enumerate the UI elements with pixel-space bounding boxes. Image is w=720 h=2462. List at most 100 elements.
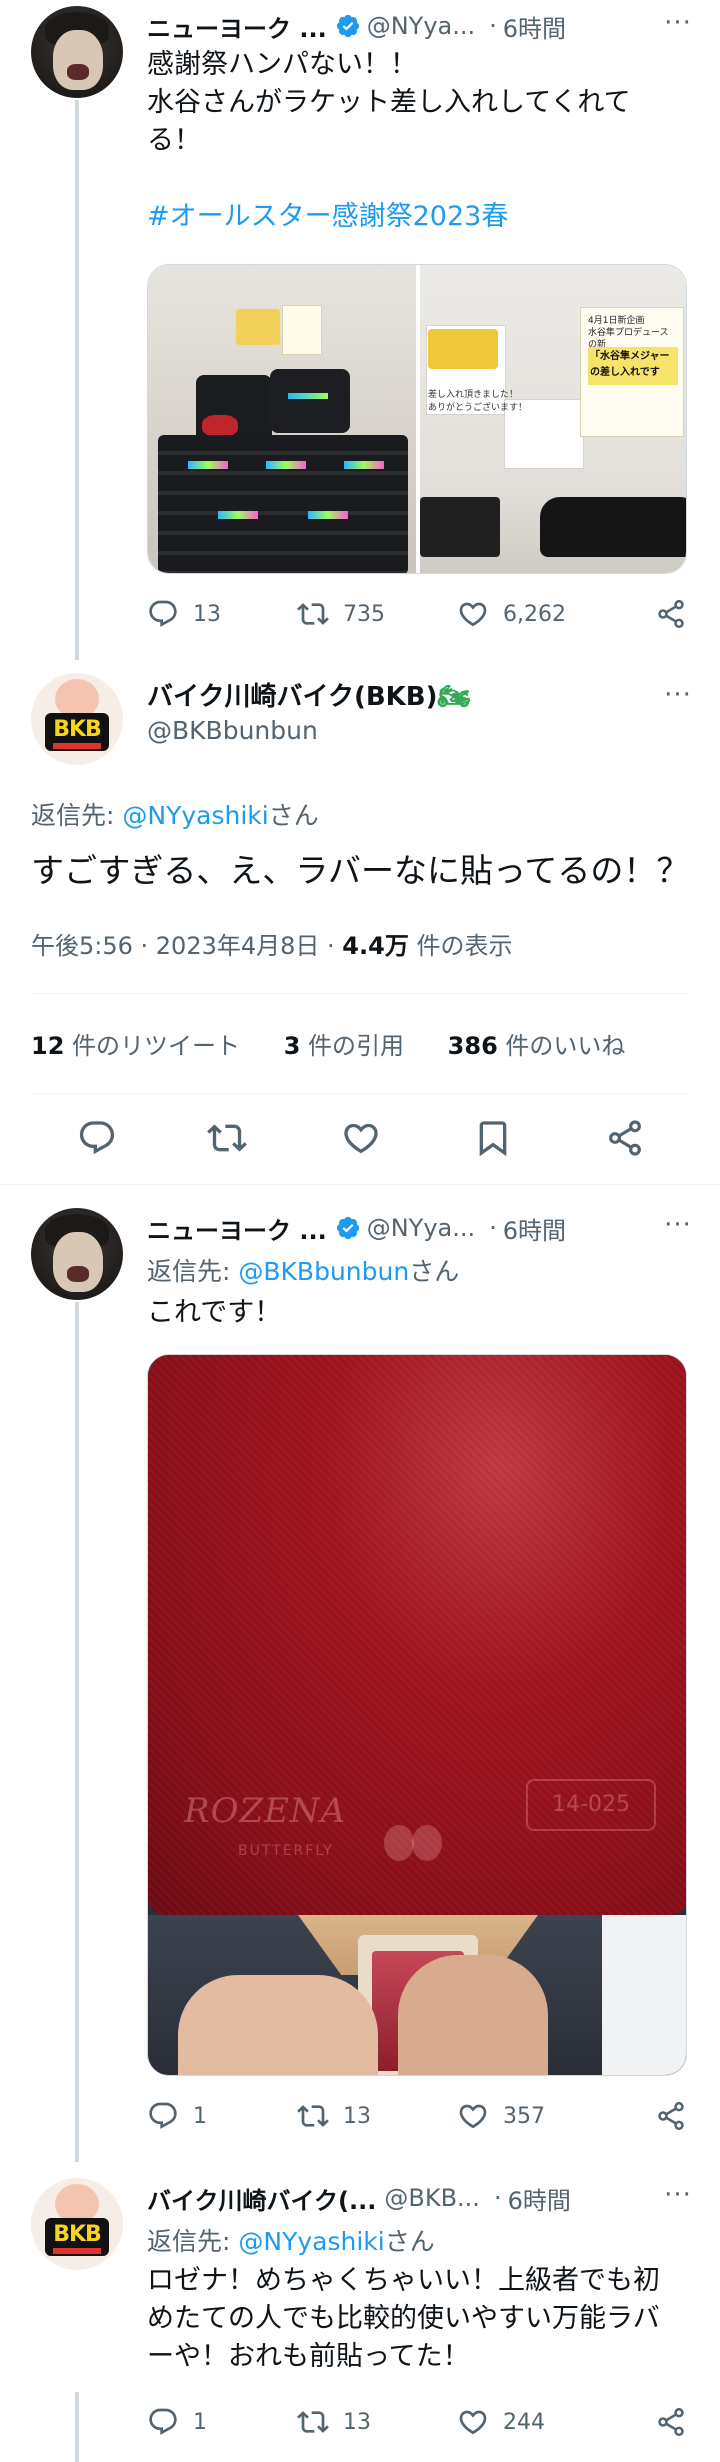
- tweet-image-grid[interactable]: 4月1日新企画 水谷隼プロデュースの新 「水谷隼メジャー の差し入れです 差し入…: [147, 264, 687, 574]
- share-button[interactable]: [655, 598, 687, 630]
- like-count: 357: [503, 2103, 545, 2129]
- retweet-button[interactable]: 735: [297, 598, 457, 630]
- rubber-code-stamp: 14-025: [526, 1779, 656, 1831]
- bookmark-icon[interactable]: [473, 1118, 513, 1158]
- view-count: 4.4万: [342, 932, 409, 960]
- engagement-stats: 12 件のリツイート 3 件の引用 386 件のいいね: [31, 1026, 625, 1061]
- avatar-nyyashiki[interactable]: [31, 6, 123, 98]
- reply-suffix: さん: [384, 2227, 435, 2256]
- verified-badge-icon: [335, 1215, 361, 1241]
- like-icon[interactable]: [341, 1118, 381, 1158]
- tweet-text-line: ーや！おれも前貼ってた！: [147, 2341, 470, 2372]
- tweet-image-signs[interactable]: 4月1日新企画 水谷隼プロデュースの新 「水谷隼メジャー の差し入れです 差し入…: [420, 265, 686, 573]
- reply-icon: [147, 598, 179, 630]
- more-options-icon[interactable]: ···: [658, 1210, 698, 1246]
- reply-icon[interactable]: [77, 1118, 117, 1158]
- reply-count: 1: [193, 2409, 207, 2435]
- reply-context: 返信先: @BKBbunbunさん: [147, 1252, 459, 1288]
- avatar-bkbbunbun[interactable]: BKB: [31, 673, 123, 765]
- tweet-text-line: る！: [147, 125, 201, 156]
- reply-button[interactable]: 1: [147, 2100, 297, 2132]
- tweet-text-line: めたての人でも比較的使いやすい万能ラバ: [147, 2303, 660, 2334]
- share-icon: [655, 2100, 687, 2132]
- share-button[interactable]: [655, 2100, 687, 2132]
- reply-prefix: 返信先:: [147, 1257, 239, 1286]
- share-button[interactable]: [655, 2406, 687, 2438]
- avatar-nyyashiki[interactable]: [31, 1208, 123, 1300]
- retweet-icon: [297, 598, 329, 630]
- like-stat[interactable]: 386 件のいいね: [448, 1032, 626, 1060]
- retweet-count: 735: [343, 601, 385, 627]
- reply-to-link[interactable]: @BKBbunbun: [238, 1257, 409, 1286]
- reply-prefix: 返信先:: [147, 2227, 239, 2256]
- tweet-image-rubber[interactable]: ROZENA BUTTERFLY 14-025: [147, 1354, 687, 2076]
- reply-prefix: 返信先:: [31, 801, 123, 830]
- user-handle[interactable]: @BKBbunbun: [147, 714, 471, 748]
- tweet-actions: 13 735 6,262: [147, 594, 687, 634]
- tweet-meta: 午後5:56 · 2023年4月8日 · 4.4万 件の表示: [31, 926, 512, 961]
- more-options-icon[interactable]: ···: [658, 8, 698, 44]
- tweet-header: バイク川崎バイク(... @BKB... · 6時間: [147, 2180, 571, 2216]
- image-sign-text: ありがとうございます！: [428, 403, 528, 413]
- more-options-icon[interactable]: ···: [658, 2180, 698, 2216]
- timestamp[interactable]: 6時間: [503, 1211, 566, 1246]
- reply-context: 返信先: @NYyashikiさん: [31, 796, 319, 832]
- tweet-datetime[interactable]: 午後5:56 · 2023年4月8日 ·: [31, 932, 342, 960]
- retweet-icon: [297, 2100, 329, 2132]
- timestamp[interactable]: 6時間: [503, 9, 566, 44]
- display-name[interactable]: バイク川崎バイク(BKB): [147, 682, 438, 712]
- like-button[interactable]: 244: [457, 2406, 647, 2438]
- user-handle[interactable]: @NYya...: [367, 1214, 475, 1242]
- quote-stat[interactable]: 3 件の引用: [284, 1032, 404, 1060]
- display-name[interactable]: ニューヨーク ...: [147, 9, 327, 44]
- reply-button[interactable]: 1: [147, 2406, 297, 2438]
- timestamp[interactable]: 6時間: [508, 2181, 571, 2216]
- tweet-text: ロゼナ！めちゃくちゃいい！上級者でも初 めたての人でも比較的使いやすい万能ラバ …: [147, 2262, 687, 2376]
- tweet-actions: 1 13 244: [147, 2402, 687, 2442]
- tweet-text-line: 感謝祭ハンパない！！: [147, 49, 417, 80]
- divider: [31, 993, 688, 994]
- reply-button[interactable]: 13: [147, 598, 297, 630]
- tweet-text-line: 水谷さんがラケット差し入れしてくれて: [147, 87, 631, 118]
- reply-suffix: さん: [409, 1257, 460, 1286]
- avatar-logo-text: BKB: [53, 2222, 102, 2247]
- tweet-text: すごすぎる、え、ラバーなに貼ってるの！？: [31, 851, 690, 890]
- like-icon: [457, 598, 489, 630]
- tweet-header: ニューヨーク ... @NYya... · 6時間: [147, 8, 566, 44]
- divider: [31, 1093, 688, 1094]
- avatar-bkbbunbun[interactable]: BKB: [31, 2178, 123, 2270]
- tweet-text-line: ロゼナ！めちゃくちゃいい！上級者でも初: [147, 2265, 660, 2296]
- thread-line: [75, 1302, 79, 2162]
- reply-icon: [147, 2406, 179, 2438]
- more-options-icon[interactable]: ···: [658, 680, 698, 716]
- tweet-header: ニューヨーク ... @NYya... · 6時間: [147, 1210, 566, 1246]
- reply-suffix: さん: [268, 801, 319, 830]
- user-handle[interactable]: @NYya...: [367, 12, 475, 40]
- retweet-button[interactable]: 13: [297, 2406, 457, 2438]
- retweet-stat[interactable]: 12 件のリツイート: [31, 1032, 240, 1060]
- reply-to-link[interactable]: @NYyashiki: [122, 801, 268, 830]
- separator-dot: ·: [489, 12, 497, 40]
- like-icon: [457, 2100, 489, 2132]
- like-button[interactable]: 357: [457, 2100, 647, 2132]
- share-icon: [655, 2406, 687, 2438]
- rubber-brand-logo: ROZENA: [184, 1791, 347, 1831]
- divider: [0, 1184, 720, 1185]
- share-icon[interactable]: [605, 1118, 645, 1158]
- hashtag-link[interactable]: #オールスター感謝祭2023春: [147, 198, 687, 236]
- tweet-text: 感謝祭ハンパない！！ 水谷さんがラケット差し入れしてくれて る！ #オールスター…: [147, 46, 687, 236]
- tweet-text: これです！: [147, 1297, 282, 1328]
- image-sign-text: の差し入れです: [590, 367, 660, 378]
- tweet-image-rackets[interactable]: [148, 265, 416, 573]
- retweet-count: 13: [343, 2409, 371, 2435]
- like-button[interactable]: 6,262: [457, 598, 647, 630]
- user-handle[interactable]: @BKB...: [384, 2184, 480, 2212]
- reply-icon: [147, 2100, 179, 2132]
- display-name[interactable]: ニューヨーク ...: [147, 1211, 327, 1246]
- display-name[interactable]: バイク川崎バイク(...: [147, 2181, 376, 2216]
- retweet-button[interactable]: 13: [297, 2100, 457, 2132]
- reply-to-link[interactable]: @NYyashiki: [238, 2227, 384, 2256]
- image-sign-text: 4月1日新企画: [588, 316, 645, 326]
- like-icon: [457, 2406, 489, 2438]
- retweet-icon[interactable]: [207, 1118, 247, 1158]
